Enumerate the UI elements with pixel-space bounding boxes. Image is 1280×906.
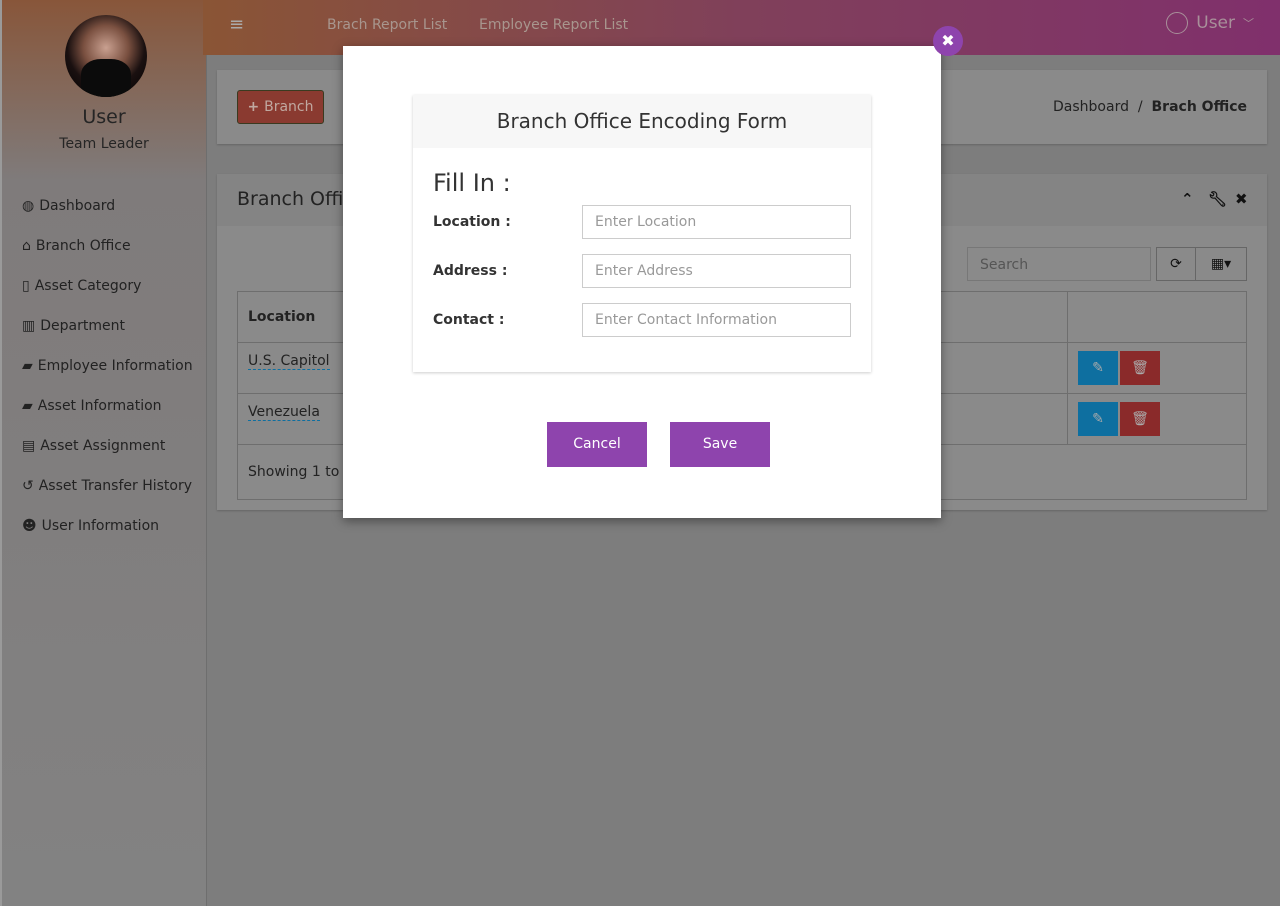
sidebar-item-employee-information[interactable]: ▰ Employee Information — [22, 358, 193, 398]
sidebar-item-label: Asset Category — [34, 278, 142, 294]
list-alt-icon: ▤ — [22, 438, 36, 454]
sidebar-item-label: Department — [40, 318, 125, 334]
modal-title: Branch Office Encoding Form — [413, 95, 871, 148]
sidebar-item-label: Asset Assignment — [40, 438, 166, 454]
close-panel-icon[interactable]: ✖ — [1235, 190, 1248, 208]
brach-report-list-link[interactable]: Brach Report List — [327, 17, 447, 33]
sidebar-item-dashboard[interactable]: ◍ Dashboard — [22, 198, 193, 238]
dashboard-icon: ◍ — [22, 198, 35, 214]
form-card: Branch Office Encoding Form Fill In : Lo… — [413, 95, 871, 372]
location-link[interactable]: Venezuela — [248, 404, 320, 421]
sidebar-item-label: Employee Information — [37, 358, 193, 374]
sidebar-item-asset-transfer-history[interactable]: ↺ Asset Transfer History — [22, 478, 193, 518]
refresh-icon: ⟳ — [1170, 256, 1182, 272]
sidebar-item-asset-information[interactable]: ▰ Asset Information — [22, 398, 193, 438]
add-branch-button[interactable]: + Branch — [237, 90, 324, 124]
user-name: User — [82, 106, 126, 128]
breadcrumb: Dashboard / Brach Office — [1053, 99, 1247, 115]
address-label: Address : — [433, 263, 508, 279]
panel-title: Branch Offi — [237, 188, 344, 210]
users-icon: ☻ — [22, 518, 37, 534]
user-menu-label: User — [1196, 13, 1235, 33]
file-archive-icon: ▯ — [22, 278, 30, 294]
sidebar-item-label: Dashboard — [39, 198, 116, 214]
edit-button[interactable]: ✎ — [1078, 402, 1118, 436]
column-header-actions — [1067, 291, 1247, 343]
sidebar-item-department[interactable]: ▥ Department — [22, 318, 193, 358]
sidebar-item-asset-assignment[interactable]: ▤ Asset Assignment — [22, 438, 193, 478]
sidebar-item-label: User Information — [41, 518, 160, 534]
sidebar-item-label: Asset Transfer History — [38, 478, 193, 494]
branch-form-modal: Branch Office Encoding Form Fill In : Lo… — [343, 46, 941, 518]
collapse-icon[interactable]: ⌃ — [1181, 190, 1194, 208]
avatar — [65, 15, 147, 97]
user-menu[interactable]: User ﹀ — [1166, 12, 1254, 34]
contact-input[interactable]: Enter Contact Information — [582, 303, 851, 337]
close-modal-icon[interactable]: ✖ — [933, 26, 963, 56]
user-role: Team Leader — [59, 136, 149, 152]
sidebar-item-branch-office[interactable]: ⌂ Branch Office — [22, 238, 193, 278]
history-icon: ↺ — [22, 478, 34, 494]
delete-button[interactable]: 🗑︎ — [1120, 402, 1160, 436]
breadcrumb-dashboard[interactable]: Dashboard — [1053, 99, 1129, 115]
cancel-button[interactable]: Cancel — [547, 422, 647, 467]
columns-toggle-button[interactable]: ▦▾ — [1195, 247, 1247, 281]
location-label: Location : — [433, 214, 511, 230]
sidebar-item-label: Asset Information — [37, 398, 162, 414]
employee-report-list-link[interactable]: Employee Report List — [479, 17, 628, 33]
wrench-icon[interactable]: 🔧︎ — [1208, 190, 1227, 208]
sidebar-item-label: Branch Office — [35, 238, 131, 254]
add-branch-label: Branch — [264, 99, 314, 115]
save-button[interactable]: Save — [670, 422, 770, 467]
chevron-down-icon: ﹀ — [1243, 17, 1254, 30]
folder-open-icon: ▰ — [22, 358, 33, 374]
bank-icon: ▥ — [22, 318, 36, 334]
search-input[interactable]: Search — [967, 247, 1151, 281]
delete-button[interactable]: 🗑︎ — [1120, 351, 1160, 385]
edit-button[interactable]: ✎ — [1078, 351, 1118, 385]
location-input[interactable]: Enter Location — [582, 205, 851, 239]
breadcrumb-current: Brach Office — [1151, 99, 1247, 115]
section-heading: Fill In : — [433, 169, 511, 197]
address-input[interactable]: Enter Address — [582, 254, 851, 288]
location-link[interactable]: U.S. Capitol — [248, 353, 330, 370]
plus-icon: + — [247, 99, 265, 115]
home-icon: ⌂ — [22, 238, 31, 254]
sidebar-item-asset-category[interactable]: ▯ Asset Category — [22, 278, 193, 318]
menu-toggle-icon[interactable]: ≡ — [229, 14, 244, 35]
sidebar: User Team Leader ◍ Dashboard ⌂ Branch Offi… — [0, 0, 207, 906]
user-icon — [1166, 12, 1189, 34]
folder-open-icon: ▰ — [22, 398, 33, 414]
breadcrumb-separator: / — [1137, 99, 1143, 115]
grid-icon: ▦▾ — [1210, 256, 1232, 272]
sidebar-item-user-information[interactable]: ☻ User Information — [22, 518, 193, 558]
contact-label: Contact : — [433, 312, 505, 328]
refresh-button[interactable]: ⟳ — [1156, 247, 1196, 281]
sidebar-nav: ◍ Dashboard ⌂ Branch Office ▯ Asset Categor… — [22, 198, 193, 558]
